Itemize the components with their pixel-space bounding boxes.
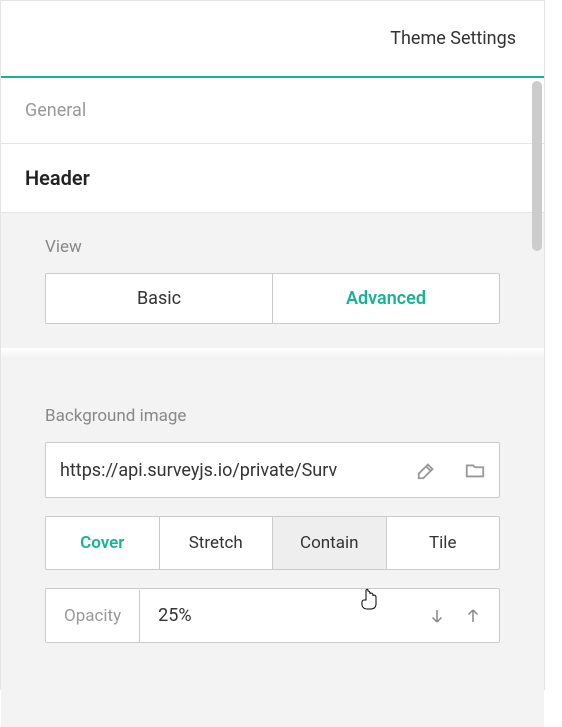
fit-tile[interactable]: Tile <box>386 517 500 569</box>
panel-title-bar: Theme Settings <box>1 1 544 78</box>
view-basic[interactable]: Basic <box>46 274 272 323</box>
section-header[interactable]: Header <box>1 144 544 213</box>
view-segmented: Basic Advanced <box>45 273 500 324</box>
section-general[interactable]: General <box>1 78 544 144</box>
opacity-increase[interactable] <box>459 602 487 630</box>
background-image-label: Background image <box>45 406 500 426</box>
opacity-decrease[interactable] <box>423 602 451 630</box>
opacity-input[interactable] <box>140 589 423 642</box>
fit-contain[interactable]: Contain <box>272 517 386 569</box>
section-header-label: Header <box>25 166 90 190</box>
view-group: View Basic Advanced <box>1 237 544 348</box>
view-advanced[interactable]: Advanced <box>272 274 499 323</box>
section-general-label: General <box>25 100 86 121</box>
clear-icon[interactable] <box>403 443 451 497</box>
fit-cover[interactable]: Cover <box>46 517 159 569</box>
scrollbar[interactable] <box>532 81 542 251</box>
header-settings-content: View Basic Advanced Background image <box>1 213 544 727</box>
opacity-label: Opacity <box>46 590 140 642</box>
panel-title: Theme Settings <box>390 28 516 49</box>
background-image-group: Background image Cover Stretch <box>1 406 544 667</box>
background-image-input-row <box>45 442 500 498</box>
background-fit-row: Cover Stretch Contain Tile <box>45 516 500 570</box>
opacity-row: Opacity <box>45 588 500 643</box>
fit-stretch[interactable]: Stretch <box>159 517 273 569</box>
view-label: View <box>45 237 500 257</box>
background-image-url-input[interactable] <box>46 444 403 497</box>
divider <box>45 348 500 386</box>
folder-icon[interactable] <box>451 443 499 497</box>
